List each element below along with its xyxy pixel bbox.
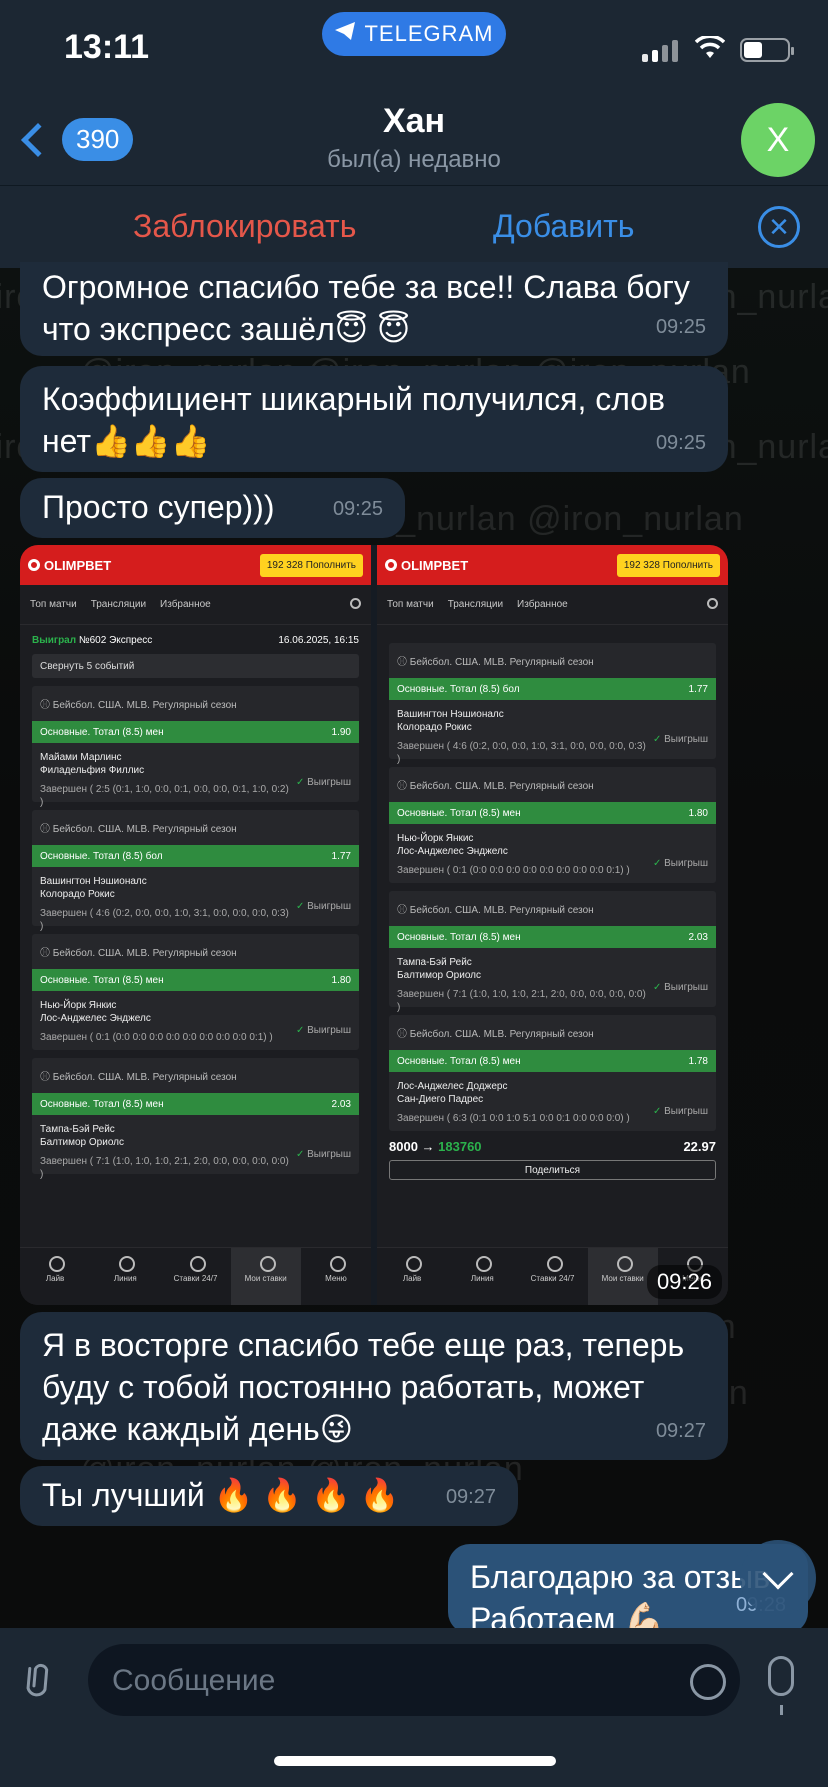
signal-icon (642, 40, 678, 62)
message-text: Огромное спасибо тебе за все!! Слава бог… (42, 269, 690, 347)
telegram-pill[interactable]: TELEGRAM (322, 12, 506, 56)
message-text: Я в восторге спасибо тебе еще раз, тепер… (42, 1327, 685, 1447)
photo-message[interactable]: OLIMPBET 192 328 Пополнить Топ матчи Тран… (20, 545, 728, 1305)
microphone-icon[interactable] (768, 1656, 794, 1715)
telegram-pill-label: TELEGRAM (364, 21, 494, 46)
status-bar: 13:11 TELEGRAM (0, 0, 828, 100)
olimpbet-logo: OLIMPBET (385, 558, 468, 573)
baseball-icon: ⚾︎ (40, 1072, 50, 1083)
message-time: 09:25 (655, 316, 706, 338)
wifi-icon (694, 34, 726, 65)
event-card: ⚾︎ Бейсбол. США. MLB. Регулярный сезон О… (32, 810, 359, 932)
message-time: 09:25 (332, 498, 383, 520)
balance-button: 192 328 Пополнить (616, 553, 720, 577)
message-text: Просто супер))) (42, 489, 275, 525)
olimpbet-logo: OLIMPBET (28, 558, 111, 573)
collapse-events: Свернуть 5 событий (32, 654, 359, 678)
block-button[interactable]: Заблокировать (133, 208, 356, 245)
add-contact-button[interactable]: Добавить (493, 208, 634, 245)
event-card: ⚾︎ Бейсбол. США. MLB. Регулярный сезон О… (389, 643, 716, 765)
message-time: 09:27 (655, 1420, 706, 1442)
message-text: Ты лучший 🔥 🔥 🔥 🔥 (42, 1477, 400, 1513)
olimpbet-header: OLIMPBET 192 328 Пополнить (377, 545, 728, 585)
balance-button: 192 328 Пополнить (259, 553, 363, 577)
baseball-icon: ⚾︎ (40, 824, 50, 835)
baseball-icon: ⚾︎ (40, 948, 50, 959)
olimpbet-bottom-nav: ЛайвЛинияСтавки 24/7Мои ставкиМеню (20, 1247, 371, 1305)
message-bubble[interactable]: Коэффициент шикарный получился, слов нет… (20, 366, 728, 472)
last-seen-status: был(а) недавно (327, 146, 501, 173)
bet-summary: Выиграл №602 Экспресс 16.06.2025, 16:15 (32, 635, 359, 646)
home-indicator (274, 1756, 556, 1766)
event-card: ⚾︎ Бейсбол. США. MLB. Регулярный сезон О… (389, 1015, 716, 1131)
message-time: 09:25 (655, 432, 706, 454)
message-bubble[interactable]: Огромное спасибо тебе за все!! Слава бог… (20, 262, 728, 356)
event-card: ⚾︎ Бейсбол. США. MLB. Регулярный сезон О… (32, 686, 359, 808)
event-card: ⚾︎ Бейсбол. США. MLB. Регулярный сезон О… (389, 767, 716, 883)
message-text: Коэффициент шикарный получился, слов нет… (42, 381, 666, 459)
message-time: 09:27 (445, 1486, 496, 1508)
message-input-bar: Сообщение (0, 1628, 828, 1787)
contact-action-bar: Заблокировать Добавить ✕ (0, 185, 828, 268)
event-card: ⚾︎ Бейсбол. США. MLB. Регулярный сезон О… (32, 934, 359, 1050)
message-time: 09:26 (646, 1265, 722, 1299)
contact-name[interactable]: Хан (0, 102, 828, 141)
olimpbet-nav: Топ матчи Трансляции Избранное (377, 585, 728, 625)
message-bubble[interactable]: Ты лучший 🔥 🔥 🔥 🔥 09:27 (20, 1466, 518, 1526)
search-icon (350, 598, 361, 609)
battery-icon (740, 38, 794, 62)
message-bubble[interactable]: Я в восторге спасибо тебе еще раз, тепер… (20, 1312, 728, 1460)
scroll-down-button[interactable] (740, 1540, 816, 1616)
chevron-down-icon (762, 1558, 794, 1590)
bet-screenshot-left: OLIMPBET 192 328 Пополнить Топ матчи Тран… (20, 545, 371, 1305)
olimpbet-nav: Топ матчи Трансляции Избранное (20, 585, 371, 625)
olimpbet-header: OLIMPBET 192 328 Пополнить (20, 545, 371, 585)
chat-header: 13:11 TELEGRAM 390 Хан был(а) недавно Х … (0, 0, 828, 268)
event-card: ⚾︎ Бейсбол. США. MLB. Регулярный сезон О… (389, 891, 716, 1013)
share-button: Поделиться (389, 1160, 716, 1180)
event-card: ⚾︎ Бейсбол. США. MLB. Регулярный сезон О… (32, 1058, 359, 1180)
message-input[interactable]: Сообщение (88, 1644, 740, 1716)
bet-screenshot-right: OLIMPBET 192 328 Пополнить Топ матчи Тран… (377, 545, 728, 1305)
baseball-icon: ⚾︎ (397, 905, 407, 916)
status-time: 13:11 (64, 28, 150, 66)
baseball-icon: ⚾︎ (40, 700, 50, 711)
search-icon (707, 598, 718, 609)
paper-plane-icon (334, 21, 356, 47)
close-icon[interactable]: ✕ (758, 206, 800, 248)
avatar[interactable]: Х (741, 103, 815, 177)
baseball-icon: ⚾︎ (397, 1029, 407, 1040)
sticker-icon[interactable] (690, 1664, 726, 1700)
message-bubble[interactable]: Просто супер))) 09:25 (20, 478, 405, 538)
baseball-icon: ⚾︎ (397, 657, 407, 668)
baseball-icon: ⚾︎ (397, 781, 407, 792)
bet-totals: 8000 → 183760 22.97 (389, 1139, 716, 1154)
attach-icon[interactable] (11, 1651, 74, 1715)
